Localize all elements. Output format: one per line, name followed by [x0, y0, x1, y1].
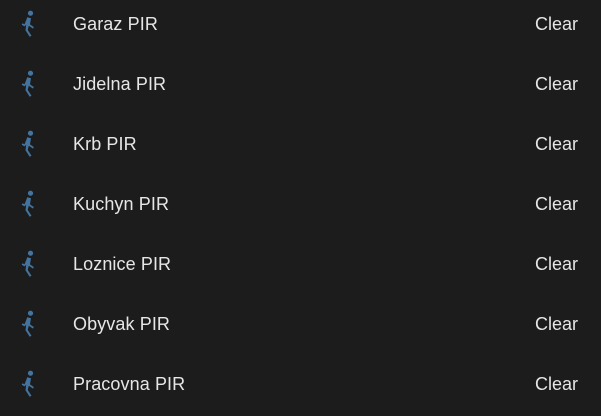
entity-name: Pracovna PIR — [73, 373, 186, 394]
entity-row-garaz-pir[interactable]: Garaz PIR Clear — [0, 0, 601, 54]
walk-icon — [18, 130, 38, 158]
entity-row-kuchyn-pir[interactable]: Kuchyn PIR Clear — [0, 174, 601, 234]
walk-icon — [18, 70, 38, 98]
entity-state: Clear — [534, 13, 578, 34]
entity-state: Clear — [534, 313, 578, 334]
entity-state: Clear — [534, 373, 578, 394]
entity-name: Garaz PIR — [73, 13, 158, 34]
entity-row-obyvak-pir[interactable]: Obyvak PIR Clear — [0, 294, 601, 354]
entity-name: Obyvak PIR — [73, 313, 171, 334]
walk-icon — [18, 190, 38, 218]
walk-icon — [18, 310, 38, 338]
entity-state: Clear — [534, 193, 578, 214]
entity-row-krb-pir[interactable]: Krb PIR Clear — [0, 114, 601, 174]
walk-icon — [18, 370, 38, 398]
entity-name: Kuchyn PIR — [73, 193, 170, 214]
entity-name: Jidelna PIR — [73, 73, 167, 94]
entity-state: Clear — [534, 133, 578, 154]
entity-name: Loznice PIR — [73, 253, 172, 274]
entity-state: Clear — [534, 253, 578, 274]
entity-row-jidelna-pir[interactable]: Jidelna PIR Clear — [0, 54, 601, 114]
entity-row-loznice-pir[interactable]: Loznice PIR Clear — [0, 234, 601, 294]
walk-icon — [18, 250, 38, 278]
walk-icon — [18, 10, 38, 38]
entity-name: Krb PIR — [73, 133, 137, 154]
entity-list: Garaz PIR Clear Jidelna PIR Clear Krb PI… — [0, 0, 601, 410]
entity-row-pracovna-pir[interactable]: Pracovna PIR Clear — [0, 354, 601, 414]
entity-state: Clear — [534, 73, 578, 94]
